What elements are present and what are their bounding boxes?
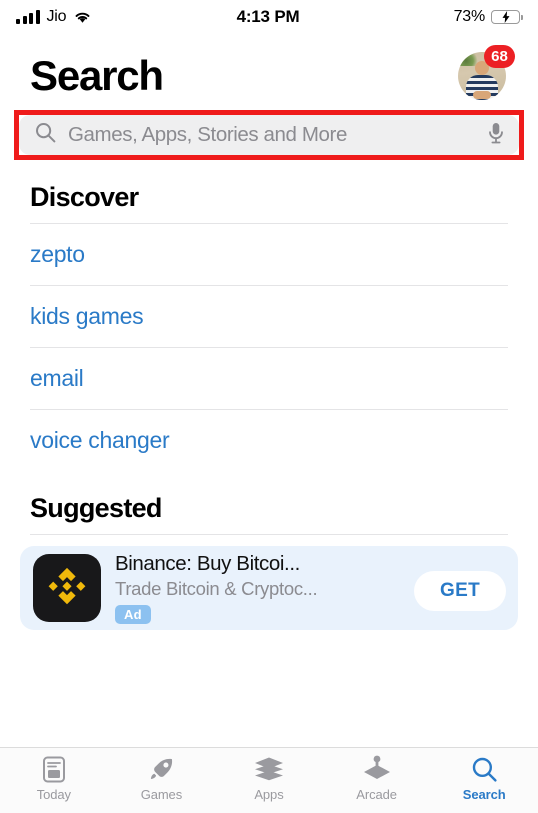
rocket-icon <box>148 755 175 783</box>
tab-apps[interactable]: Apps <box>215 755 323 802</box>
tab-bar: Today Games Apps Arcade Search <box>0 747 538 813</box>
status-bar-left: Jio <box>16 8 237 26</box>
suggested-heading: Suggested <box>30 493 162 523</box>
search-icon <box>471 755 498 783</box>
suggested-app-card[interactable]: Binance: Buy Bitcoi... Trade Bitcoin & C… <box>20 546 518 630</box>
discover-item[interactable]: kids games <box>30 285 508 347</box>
tab-search[interactable]: Search <box>430 755 538 802</box>
discover-list: zepto kids games email voice changer <box>0 223 538 471</box>
page-header: Search 68 <box>0 34 538 104</box>
tab-label: Apps <box>254 787 284 802</box>
ad-badge: Ad <box>115 605 151 624</box>
status-bar: Jio 4:13 PM 73% <box>0 0 538 34</box>
tab-today[interactable]: Today <box>0 755 108 802</box>
discover-item[interactable]: email <box>30 347 508 409</box>
apps-stack-icon <box>254 755 284 783</box>
tab-label: Today <box>36 787 71 802</box>
tab-games[interactable]: Games <box>108 755 216 802</box>
search-bar-region[interactable]: Games, Apps, Stories and More <box>14 110 524 160</box>
battery-percent-label: 73% <box>453 8 486 25</box>
search-placeholder: Games, Apps, Stories and More <box>68 123 347 146</box>
battery-charging-icon <box>491 10 523 24</box>
suggested-list: Binance: Buy Bitcoi... Trade Bitcoin & C… <box>20 534 518 630</box>
notification-badge: 68 <box>484 45 515 68</box>
get-button[interactable]: GET <box>414 571 506 611</box>
tab-label: Arcade <box>356 787 397 802</box>
status-bar-center: 4:13 PM <box>237 7 300 27</box>
discover-heading: Discover <box>30 182 139 212</box>
tab-label: Search <box>462 787 506 802</box>
account-button[interactable]: 68 <box>458 45 515 100</box>
tab-arcade[interactable]: Arcade <box>323 755 431 802</box>
wifi-icon <box>73 10 92 24</box>
search-input[interactable]: Games, Apps, Stories and More <box>19 115 519 155</box>
today-icon <box>42 755 66 783</box>
binance-app-icon <box>33 554 101 622</box>
status-bar-right: 73% <box>299 8 523 26</box>
cellular-signal-icon <box>16 10 40 24</box>
microphone-icon[interactable] <box>487 122 505 149</box>
clock-label: 4:13 PM <box>236 7 300 26</box>
discover-item[interactable]: voice changer <box>30 409 508 471</box>
suggested-app-meta: Binance: Buy Bitcoi... Trade Bitcoin & C… <box>115 552 400 624</box>
app-name: Binance: Buy Bitcoi... <box>115 552 300 575</box>
app-subtitle: Trade Bitcoin & Cryptoc... <box>115 578 318 599</box>
search-icon <box>35 122 56 148</box>
discover-item[interactable]: zepto <box>30 223 508 285</box>
page-title: Search <box>30 51 164 99</box>
carrier-label: Jio <box>46 8 67 25</box>
tab-label: Games <box>140 787 183 802</box>
arcade-joystick-icon <box>362 755 392 783</box>
